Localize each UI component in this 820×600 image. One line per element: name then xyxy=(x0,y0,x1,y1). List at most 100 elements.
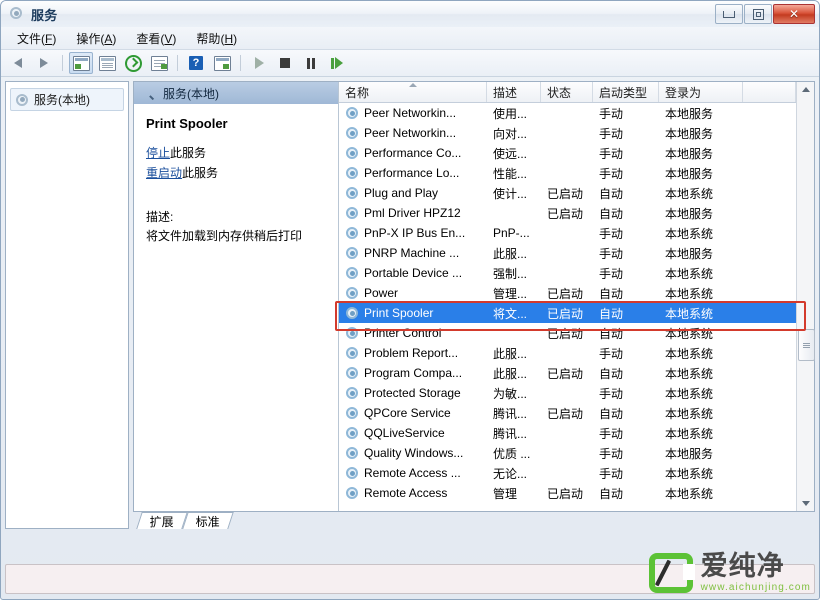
refresh-icon[interactable] xyxy=(121,52,145,74)
column-header-name[interactable]: 名称 xyxy=(339,82,487,102)
export-list-icon[interactable] xyxy=(147,52,171,74)
table-row[interactable]: Portable Device ... 强制... 手动 本地系统 xyxy=(339,263,796,283)
table-row[interactable]: Protected Storage 为敏... 手动 本地系统 xyxy=(339,383,796,403)
watermark: 爱纯净 www.aichunjing.com xyxy=(648,551,811,593)
cell-description: 使远... xyxy=(493,146,528,161)
table-row[interactable]: Remote Access 管理 已启动 自动 本地系统 xyxy=(339,483,796,503)
column-header-description[interactable]: 描述 xyxy=(487,82,541,102)
cell-startup: 自动 xyxy=(599,306,624,321)
stop-service-icon[interactable] xyxy=(273,52,297,74)
cell-name: Pml Driver HPZ12 xyxy=(339,206,487,220)
restart-service-link[interactable]: 重启动 xyxy=(146,166,182,180)
services-list-pane: 名称 描述 状态 启动类型 登录为 Peer Networkin... 使用...… xyxy=(339,82,796,511)
table-row[interactable]: PNRP Machine ... 此服... 手动 本地服务 xyxy=(339,243,796,263)
column-header-status[interactable]: 状态 xyxy=(541,82,593,102)
pause-service-icon[interactable] xyxy=(299,52,323,74)
service-name-label: QQLiveService xyxy=(364,426,445,440)
cell-description: 使计... xyxy=(493,186,528,201)
service-name-label: Program Compa... xyxy=(364,366,463,380)
table-row[interactable]: Quality Windows... 优质 ... 手动 本地服务 xyxy=(339,443,796,463)
cell-logon: 本地服务 xyxy=(665,126,714,141)
column-header-startup[interactable]: 启动类型 xyxy=(593,82,659,102)
column-header-logon[interactable]: 登录为 xyxy=(659,82,743,102)
table-row[interactable]: Power 管理... 已启动 自动 本地系统 xyxy=(339,283,796,303)
service-name-label: Printer Control xyxy=(364,326,442,340)
table-row[interactable]: Performance Co... 使远... 手动 本地服务 xyxy=(339,143,796,163)
tree-item-services-local[interactable]: 服务(本地) xyxy=(10,88,124,111)
list-header: 名称 描述 状态 启动类型 登录为 xyxy=(339,82,796,103)
brand-name: 爱纯净 xyxy=(700,551,785,581)
cell-logon: 本地服务 xyxy=(665,446,714,461)
service-gear-icon xyxy=(345,106,359,120)
close-button[interactable]: ✕ xyxy=(773,4,815,24)
cell-logon: 本地服务 xyxy=(665,146,714,161)
cell-startup: 手动 xyxy=(599,246,624,261)
view-tabs: 扩展 标准 xyxy=(133,511,815,529)
show-action-pane-icon[interactable] xyxy=(210,52,234,74)
list-vertical-scrollbar[interactable] xyxy=(796,82,815,511)
scrollbar-thumb[interactable] xyxy=(798,329,815,361)
menu-action[interactable]: 操作(A) xyxy=(66,28,126,49)
title-bar: 服务 ✕ xyxy=(1,1,819,27)
stop-service-link[interactable]: 停止 xyxy=(146,146,170,160)
table-row[interactable]: QPCore Service 腾讯... 已启动 自动 本地系统 xyxy=(339,403,796,423)
table-row[interactable]: Performance Lo... 性能... 手动 本地服务 xyxy=(339,163,796,183)
table-row[interactable]: QQLiveService 腾讯... 手动 本地系统 xyxy=(339,423,796,443)
menu-view[interactable]: 查看(V) xyxy=(126,28,186,49)
menu-help[interactable]: 帮助(H) xyxy=(186,28,247,49)
cell-logon: 本地系统 xyxy=(665,306,714,321)
service-name-label: Performance Lo... xyxy=(364,166,460,180)
table-row[interactable]: Printer Control 已启动 自动 本地系统 xyxy=(339,323,796,343)
show-hide-tree-icon[interactable] xyxy=(69,52,93,74)
table-row[interactable]: Program Compa... 此服... 已启动 自动 本地系统 xyxy=(339,363,796,383)
table-row[interactable]: PnP-X IP Bus En... PnP-... 手动 本地系统 xyxy=(339,223,796,243)
restart-service-icon[interactable] xyxy=(325,52,349,74)
help-icon[interactable]: ? xyxy=(184,52,208,74)
table-row[interactable]: Peer Networkin... 向对... 手动 本地服务 xyxy=(339,123,796,143)
back-icon[interactable] xyxy=(6,52,30,74)
service-gear-icon xyxy=(345,386,359,400)
service-gear-icon xyxy=(345,286,359,300)
service-gear-icon xyxy=(345,126,359,140)
cell-description: 此服... xyxy=(493,366,528,381)
maximize-icon xyxy=(752,8,764,20)
cell-name: Performance Co... xyxy=(339,146,487,160)
forward-icon[interactable] xyxy=(32,52,56,74)
cell-logon: 本地系统 xyxy=(665,386,714,401)
start-service-icon[interactable] xyxy=(247,52,271,74)
table-row[interactable]: Peer Networkin... 使用... 手动 本地服务 xyxy=(339,103,796,123)
service-name-label: Problem Report... xyxy=(364,346,459,360)
scroll-up-button[interactable] xyxy=(798,82,813,97)
menu-help-accel: H xyxy=(224,31,234,46)
cell-logon: 本地系统 xyxy=(665,426,714,441)
cell-name: Remote Access ... xyxy=(339,466,487,480)
table-row[interactable]: Pml Driver HPZ12 已启动 自动 本地服务 xyxy=(339,203,796,223)
scroll-down-button[interactable] xyxy=(798,496,813,511)
restart-service-suffix: 此服务 xyxy=(182,166,219,180)
maximize-button[interactable] xyxy=(744,4,772,24)
tab-standard[interactable]: 标准 xyxy=(182,512,234,529)
cell-status: 已启动 xyxy=(547,366,584,381)
cell-startup: 手动 xyxy=(599,446,624,461)
minimize-button[interactable] xyxy=(715,4,743,24)
service-gear-icon xyxy=(345,226,359,240)
tab-extended-label: 扩展 xyxy=(149,514,174,529)
cell-description: 向对... xyxy=(493,126,528,141)
scrollbar-track[interactable] xyxy=(798,97,815,496)
cell-startup: 手动 xyxy=(599,126,624,141)
column-header-spacer[interactable] xyxy=(743,82,796,102)
menu-file[interactable]: 文件(F) xyxy=(7,28,66,49)
tab-extended[interactable]: 扩展 xyxy=(136,512,188,529)
service-gear-icon xyxy=(345,406,359,420)
console-tree-panel: 服务(本地) xyxy=(5,81,129,529)
brand-logo-icon xyxy=(648,553,695,593)
service-name-label: Quality Windows... xyxy=(364,446,464,460)
table-row[interactable]: Problem Report... 此服... 手动 本地系统 xyxy=(339,343,796,363)
table-row[interactable]: Print Spooler 将文... 已启动 自动 本地系统 xyxy=(339,303,796,323)
cell-logon: 本地系统 xyxy=(665,406,714,421)
cell-startup: 手动 xyxy=(599,166,624,181)
table-row[interactable]: Plug and Play 使计... 已启动 自动 本地系统 xyxy=(339,183,796,203)
properties-icon[interactable] xyxy=(95,52,119,74)
table-row[interactable]: Remote Access ... 无论... 手动 本地系统 xyxy=(339,463,796,483)
cell-startup: 自动 xyxy=(599,406,624,421)
